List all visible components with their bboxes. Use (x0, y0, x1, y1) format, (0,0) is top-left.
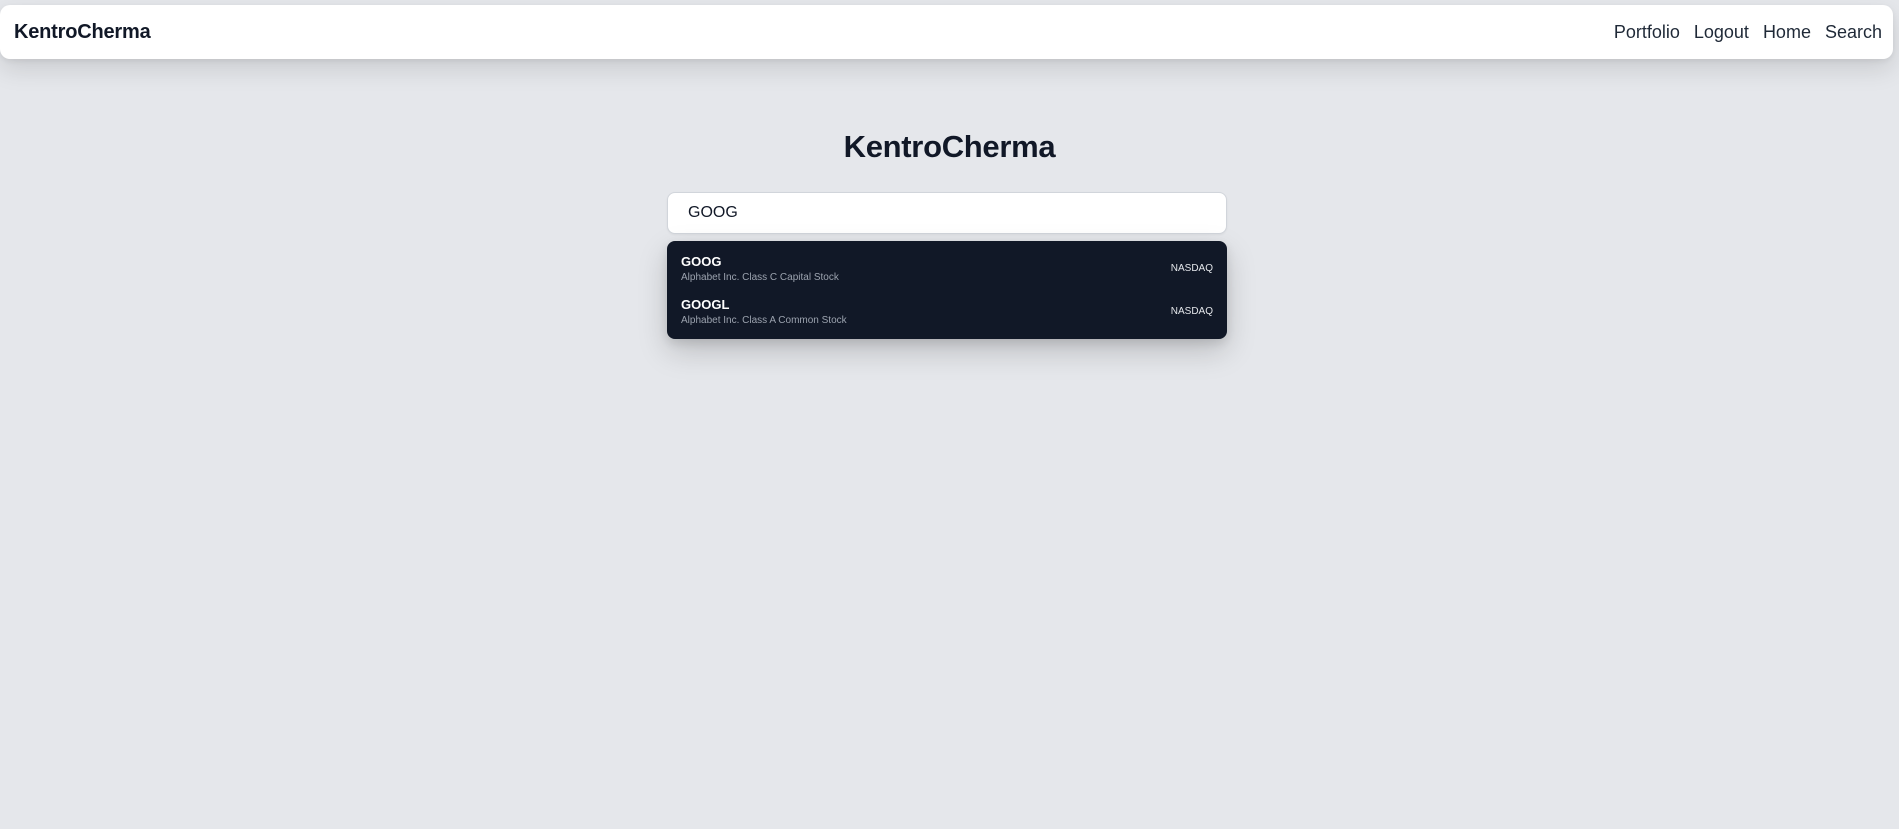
result-info: GOOGL Alphabet Inc. Class A Common Stock (681, 297, 847, 327)
search-box (667, 192, 1227, 234)
result-company-name: Alphabet Inc. Class A Common Stock (681, 314, 847, 326)
search-result-item[interactable]: GOOG Alphabet Inc. Class C Capital Stock… (667, 247, 1227, 290)
result-exchange: NASDAQ (1170, 306, 1213, 317)
main-content: KentroCherma GOOG Alphabet Inc. Class C … (0, 0, 1899, 829)
search-results-dropdown: GOOG Alphabet Inc. Class C Capital Stock… (667, 241, 1227, 339)
result-info: GOOG Alphabet Inc. Class C Capital Stock (681, 254, 839, 284)
result-company-name: Alphabet Inc. Class C Capital Stock (681, 271, 839, 283)
search-result-item[interactable]: GOOGL Alphabet Inc. Class A Common Stock… (667, 290, 1227, 333)
search-input[interactable] (668, 193, 1226, 233)
result-exchange: NASDAQ (1170, 263, 1213, 274)
result-ticker: GOOG (681, 253, 722, 269)
page-title: KentroCherma (843, 129, 1056, 164)
result-ticker: GOOGL (681, 296, 730, 312)
